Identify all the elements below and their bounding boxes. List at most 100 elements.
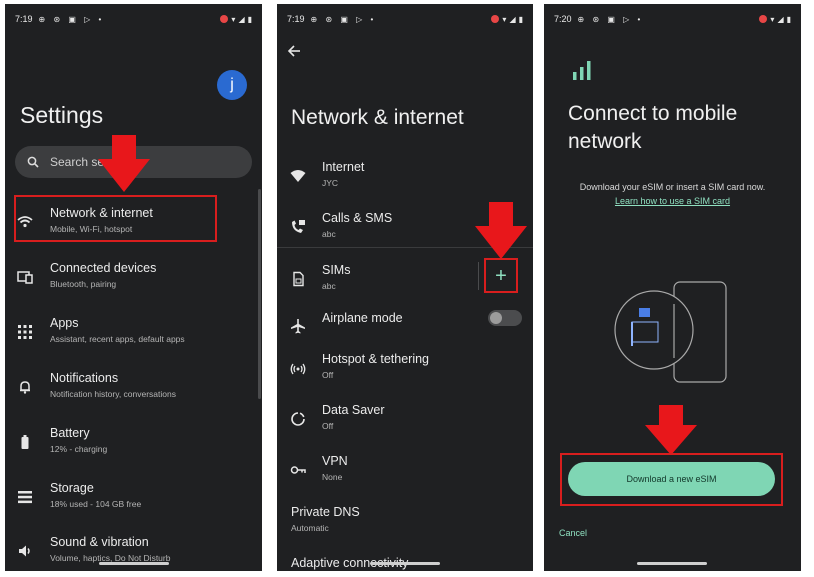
battery-status-icon: ▮ bbox=[247, 14, 252, 24]
item-title: SIMs bbox=[322, 263, 351, 277]
item-subtitle: Off bbox=[322, 421, 334, 431]
network-item-internet[interactable]: Internet JYC bbox=[277, 154, 533, 202]
system-icons: ▾ ◢ ▮ bbox=[491, 15, 523, 24]
network-item-data-saver[interactable]: Data Saver Off bbox=[277, 397, 533, 445]
item-subtitle: Automatic bbox=[291, 523, 329, 533]
apps-grid-icon bbox=[18, 325, 32, 339]
learn-sim-link[interactable]: Learn how to use a SIM card bbox=[544, 196, 801, 206]
status-icons: ⊕ ⊛ ▣ ▷ • bbox=[38, 14, 105, 24]
settings-item-battery[interactable]: Battery 12% - charging bbox=[5, 420, 262, 468]
storage-icon bbox=[18, 491, 32, 504]
sim-icon bbox=[293, 271, 304, 287]
item-title: Internet bbox=[322, 160, 365, 174]
highlight-box bbox=[560, 453, 783, 506]
network-item-private-dns[interactable]: Private DNS Automatic bbox=[277, 499, 533, 547]
battery-status-icon: ▮ bbox=[786, 14, 791, 24]
red-arrow-annotation bbox=[475, 202, 527, 259]
item-title: Apps bbox=[50, 316, 79, 330]
item-title: Sound & vibration bbox=[50, 535, 149, 549]
cancel-button[interactable]: Cancel bbox=[559, 528, 587, 538]
item-subtitle: 12% - charging bbox=[50, 444, 108, 454]
network-item-hotspot[interactable]: Hotspot & tethering Off bbox=[277, 346, 533, 394]
avatar[interactable]: j bbox=[217, 70, 247, 100]
item-title: Data Saver bbox=[322, 403, 385, 417]
scrollbar[interactable] bbox=[258, 189, 261, 399]
signal-icon: ◢ bbox=[777, 14, 784, 24]
sim-illustration bbox=[614, 281, 727, 383]
wifi-icon bbox=[290, 170, 306, 182]
item-title: VPN bbox=[322, 454, 348, 468]
highlight-box bbox=[14, 195, 217, 242]
record-icon bbox=[491, 15, 500, 23]
red-arrow-annotation bbox=[98, 135, 150, 192]
system-icons: ▾ ◢ ▮ bbox=[759, 15, 791, 24]
record-icon bbox=[220, 15, 229, 23]
hotspot-icon bbox=[290, 363, 306, 375]
settings-screen: 7:19 ⊕ ⊛ ▣ ▷ • ▾ ◢ ▮ j Settings Search se … bbox=[5, 4, 262, 571]
status-time: 7:20 bbox=[554, 14, 572, 24]
calls-sms-icon bbox=[292, 220, 305, 233]
status-time: 7:19 bbox=[15, 14, 33, 24]
status-bar: 7:20 ⊕ ⊛ ▣ ▷ • ▾ ◢ ▮ bbox=[554, 12, 791, 26]
page-title-line1: Connect to mobile bbox=[568, 102, 738, 125]
settings-item-apps[interactable]: Apps Assistant, recent apps, default app… bbox=[5, 310, 262, 358]
network-internet-screen: 7:19 ⊕ ⊛ ▣ ▷ • ▾ ◢ ▮ Network & internet In… bbox=[277, 4, 533, 571]
gesture-nav-bar[interactable] bbox=[99, 562, 169, 565]
settings-item-notifications[interactable]: Notifications Notification history, conv… bbox=[5, 365, 262, 413]
status-bar: 7:19 ⊕ ⊛ ▣ ▷ • ▾ ◢ ▮ bbox=[287, 12, 523, 26]
airplane-icon bbox=[291, 319, 305, 334]
back-arrow-icon[interactable] bbox=[287, 44, 301, 58]
vpn-key-icon bbox=[290, 466, 306, 474]
item-title: Connected devices bbox=[50, 261, 157, 275]
settings-item-connected-devices[interactable]: Connected devices Bluetooth, pairing bbox=[5, 255, 262, 303]
item-subtitle: JYC bbox=[322, 178, 339, 188]
item-subtitle: Assistant, recent apps, default apps bbox=[50, 334, 185, 344]
item-title: Calls & SMS bbox=[322, 211, 393, 225]
item-subtitle: abc bbox=[322, 281, 336, 291]
network-item-adaptive-connectivity[interactable]: Adaptive connectivity bbox=[277, 550, 533, 571]
description-text: Download your eSIM or insert a SIM card … bbox=[579, 182, 766, 192]
airplane-mode-toggle[interactable] bbox=[488, 310, 522, 326]
battery-status-icon: ▮ bbox=[518, 14, 523, 24]
item-subtitle: None bbox=[322, 472, 343, 482]
gesture-nav-bar[interactable] bbox=[637, 562, 707, 565]
item-title: Storage bbox=[50, 481, 94, 495]
avatar-letter: j bbox=[230, 76, 234, 93]
signal-bars-icon bbox=[573, 61, 591, 80]
page-title-line2: network bbox=[568, 130, 642, 153]
item-title: Hotspot & tethering bbox=[322, 352, 430, 366]
toggle-knob bbox=[490, 312, 502, 324]
search-placeholder: Search se bbox=[50, 155, 105, 169]
bell-icon bbox=[20, 381, 30, 394]
gesture-nav-bar[interactable] bbox=[370, 562, 440, 565]
signal-icon: ◢ bbox=[238, 14, 245, 24]
item-title: Airplane mode bbox=[322, 311, 403, 325]
item-title: Private DNS bbox=[291, 505, 360, 519]
item-subtitle: Bluetooth, pairing bbox=[50, 279, 117, 289]
network-item-sims[interactable]: SIMs abc bbox=[277, 257, 473, 305]
data-saver-icon bbox=[291, 412, 305, 426]
search-icon bbox=[27, 156, 39, 168]
wifi-status-icon: ▾ bbox=[770, 14, 775, 24]
status-icons: ⊕ ⊛ ▣ ▷ • bbox=[577, 14, 644, 24]
wifi-status-icon: ▾ bbox=[231, 14, 236, 24]
status-icons: ⊕ ⊛ ▣ ▷ • bbox=[310, 14, 377, 24]
system-icons: ▾ ◢ ▮ bbox=[220, 15, 252, 24]
devices-icon bbox=[17, 271, 33, 284]
item-subtitle: Notification history, conversations bbox=[50, 389, 176, 399]
item-subtitle: 18% used - 104 GB free bbox=[50, 499, 142, 509]
settings-item-storage[interactable]: Storage 18% used - 104 GB free bbox=[5, 475, 262, 523]
signal-icon: ◢ bbox=[509, 14, 516, 24]
battery-icon bbox=[21, 435, 29, 449]
speaker-icon bbox=[19, 545, 30, 557]
item-subtitle: Off bbox=[322, 370, 334, 380]
network-item-vpn[interactable]: VPN None bbox=[277, 448, 533, 496]
page-title: Network & internet bbox=[291, 106, 464, 129]
item-subtitle: abc bbox=[322, 229, 336, 239]
vertical-divider bbox=[478, 262, 479, 290]
item-title: Notifications bbox=[50, 371, 119, 385]
status-bar: 7:19 ⊕ ⊛ ▣ ▷ • ▾ ◢ ▮ bbox=[15, 12, 252, 26]
status-time: 7:19 bbox=[287, 14, 305, 24]
page-title: Settings bbox=[20, 102, 104, 128]
record-icon bbox=[759, 15, 768, 23]
